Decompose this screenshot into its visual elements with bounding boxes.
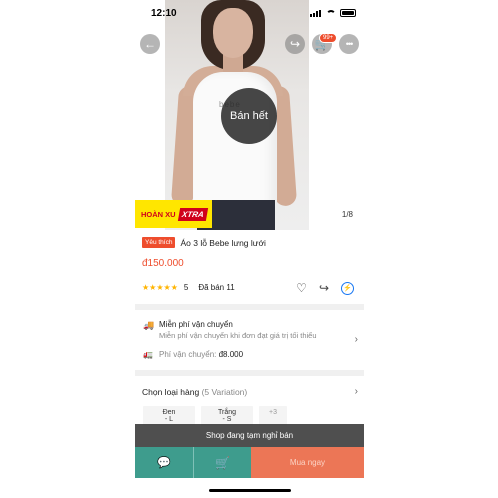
- variation-more[interactable]: +3: [259, 406, 287, 426]
- promo-label: HOÀN XU: [141, 209, 176, 219]
- heart-icon[interactable]: ♡: [296, 281, 307, 295]
- divider: [135, 370, 364, 376]
- sold-count: Đã bán 11: [198, 283, 235, 292]
- option-size: - S: [222, 416, 232, 423]
- shop-closed-banner: Shop đang tạm nghỉ bán: [135, 424, 364, 447]
- chevron-right-icon[interactable]: ›: [355, 386, 358, 397]
- variation-option[interactable]: Đen - L: [143, 406, 195, 426]
- promo-xtra: XTRA: [177, 207, 208, 221]
- battery-icon: [340, 9, 356, 17]
- signal-icon: [310, 9, 322, 17]
- product-page: bebe Bán hết HOÀN XU XTRA 1/8 12:10 ← ↪ …: [135, 0, 364, 498]
- soldout-label: Bán hết: [230, 110, 268, 122]
- chat-button[interactable]: 💬: [135, 447, 193, 478]
- shop-closed-text: Shop đang tạm nghỉ bán: [205, 431, 294, 440]
- variation-option[interactable]: Trắng - S: [201, 406, 253, 426]
- shipping-fee-label: Phí vận chuyển:: [159, 350, 217, 359]
- rating-row[interactable]: ★★★★★ 5 Đã bán 11: [142, 283, 235, 292]
- bottom-action-bar: 💬 🛒 Mua ngay: [135, 447, 364, 478]
- status-bar: 12:10: [135, 0, 364, 26]
- product-price: đ150.000: [142, 258, 184, 269]
- product-title-row: Yêu thích Áo 3 lỗ Bebe lưng lưới: [142, 237, 266, 248]
- option-color: Đen: [162, 409, 176, 416]
- option-size: - L: [164, 416, 174, 423]
- option-more-count: +3: [269, 409, 277, 416]
- share-icon: ↪: [289, 37, 301, 51]
- buy-now-button[interactable]: Mua ngay: [251, 447, 364, 478]
- more-button[interactable]: •••: [339, 34, 359, 54]
- star-rating-icon: ★★★★★: [142, 283, 178, 292]
- messenger-icon[interactable]: ⚡: [341, 281, 354, 295]
- cart-badge: 99+: [319, 33, 338, 43]
- favorite-tag: Yêu thích: [142, 237, 176, 248]
- share-icon[interactable]: ↪: [319, 281, 329, 295]
- variation-count: (5 Variation): [201, 387, 248, 397]
- divider: [135, 304, 364, 310]
- cart-icon: 🛒: [215, 455, 230, 470]
- chat-icon: 💬: [157, 457, 171, 469]
- shipping-title: Miễn phí vận chuyển: [159, 320, 233, 329]
- image-pager: 1/8: [338, 209, 356, 220]
- shipping-fee-value: đ8.000: [218, 350, 244, 359]
- option-color: Trắng: [217, 409, 237, 416]
- shipping-subtitle: Miễn phí vận chuyển khi đơn đạt giá trị …: [159, 331, 317, 340]
- delivery-icon: 🚛: [143, 350, 153, 359]
- share-button[interactable]: ↪: [285, 34, 305, 54]
- variation-label: Chọn loại hàng: [142, 387, 200, 397]
- add-to-cart-button[interactable]: 🛒: [194, 447, 251, 478]
- shipping-fee: Phí vận chuyển: đ8.000: [159, 350, 243, 359]
- arrow-left-icon: ←: [144, 37, 156, 51]
- wifi-icon: [326, 9, 336, 17]
- promo-banner: HOÀN XU XTRA: [135, 200, 212, 228]
- back-button[interactable]: ←: [140, 34, 160, 54]
- chevron-right-icon[interactable]: ›: [355, 334, 358, 345]
- variation-selector[interactable]: Chọn loại hàng (5 Variation): [142, 387, 247, 397]
- rating-value: 5: [183, 283, 189, 292]
- soldout-badge: Bán hết: [221, 88, 277, 144]
- home-indicator[interactable]: [209, 489, 291, 492]
- status-time: 12:10: [151, 8, 177, 19]
- buy-now-label: Mua ngay: [289, 458, 326, 467]
- more-icon: •••: [345, 39, 354, 49]
- product-title: Áo 3 lỗ Bebe lưng lưới: [180, 237, 266, 248]
- truck-icon: 🚚: [143, 320, 155, 330]
